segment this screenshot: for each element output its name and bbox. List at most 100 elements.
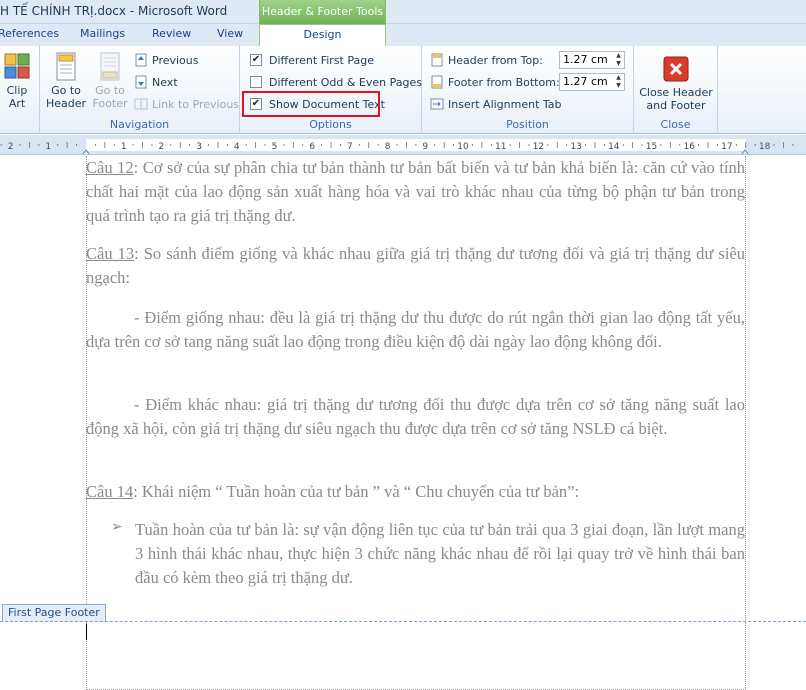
cau-12-text: : Cơ sở của sự phân chia tư bản thành tư… <box>86 158 745 225</box>
ruler-tick-label: 2 <box>8 142 14 152</box>
ruler-tick-label: 15 <box>646 142 657 152</box>
go-to-footer-label-1: Go to <box>95 84 125 97</box>
text-cursor <box>86 624 87 640</box>
cau-13-label: Câu 13 <box>86 244 135 263</box>
go-to-header-label-2: Header <box>46 97 87 110</box>
go-to-header-icon <box>56 52 76 81</box>
navigation-group: Go to Header Go to Footer Previous Next … <box>40 46 240 134</box>
ruler-tick-label: 12 <box>533 142 544 152</box>
ruler-tick-label: 2 <box>159 142 165 152</box>
paragraph-diem-giong[interactable]: - Điểm giống nhau: đều là giá trị thặng … <box>86 306 745 354</box>
ruler-tick-label: 17 <box>721 142 732 152</box>
right-margin-guide <box>745 156 746 690</box>
ruler-tick-label: 11 <box>495 142 506 152</box>
tab-design[interactable]: Design <box>259 24 386 46</box>
previous-label: Previous <box>152 53 199 67</box>
ruler-tick-label: 7 <box>347 142 353 152</box>
cau-14-label: Câu 14 <box>86 482 134 501</box>
ruler-tick-label: 18 <box>759 142 771 152</box>
header-from-top-value: 1.27 cm <box>563 53 608 66</box>
horizontal-ruler[interactable]: 2 1 1 2 3 4 5 6 7 8 9 10 11 12 13 14 15 16 17 18 <box>0 135 806 155</box>
tab-review[interactable]: Review <box>152 27 191 40</box>
insert-alignment-tab-button[interactable]: Insert Alignment Tab <box>430 95 562 113</box>
ruler-tick-label: 5 <box>272 142 278 152</box>
footer-spinner-arrows-icon[interactable]: ▲ ▼ <box>613 74 624 90</box>
clip-art-label-1: Clip <box>6 84 28 97</box>
go-to-header-button[interactable]: Go to Header <box>46 52 86 110</box>
footer-from-bottom-input[interactable]: 1.27 cm ▲ ▼ <box>559 73 625 91</box>
insert-group-partial: Clip Art <box>0 46 40 134</box>
footer-edit-area[interactable] <box>86 622 746 690</box>
different-first-page-checkbox[interactable]: ✔ Different First Page <box>250 51 374 69</box>
paragraph-cau-12[interactable]: Câu 12: Cơ sở của sự phân chia tư bản th… <box>86 156 745 228</box>
next-section-icon <box>135 75 147 89</box>
link-to-previous-button[interactable]: Link to Previous <box>134 95 239 113</box>
clip-art-button[interactable]: Clip Art <box>2 52 32 110</box>
go-to-footer-button[interactable]: Go to Footer <box>90 52 130 110</box>
paragraph-diem-khac[interactable]: - Điểm khác nhau: giá trị thặng dư tương… <box>86 393 745 441</box>
ruler-tick-label: 9 <box>422 142 428 152</box>
go-to-footer-icon <box>100 52 120 81</box>
paragraph-cau-14[interactable]: Câu 14: Khái niệm “ Tuần hoàn của tư bản… <box>86 480 745 504</box>
window-title: H TẾ CHÍNH TRỊ.docx - Microsoft Word <box>0 4 228 18</box>
link-to-previous-label: Link to Previous <box>152 97 240 111</box>
left-indent-marker <box>82 149 90 154</box>
close-icon <box>663 56 689 82</box>
header-from-top-label: Header from Top: <box>448 53 543 67</box>
right-indent-marker <box>741 149 749 154</box>
different-first-page-check[interactable]: ✔ <box>250 54 262 66</box>
first-page-footer-tab: First Page Footer <box>2 604 106 622</box>
previous-section-icon <box>135 53 147 67</box>
header-from-top-input[interactable]: 1.27 cm ▲ ▼ <box>559 51 625 69</box>
close-header-footer-label-2: and Footer <box>646 99 706 112</box>
options-group-label: Options <box>309 118 352 131</box>
position-group-label: Position <box>506 118 549 131</box>
ruler-tick-label: 3 <box>196 142 202 152</box>
ribbon: Clip Art Go to Header Go to Footer Previ… <box>0 46 806 134</box>
ruler-tick-label: 10 <box>457 142 469 152</box>
link-icon <box>134 98 148 110</box>
alignment-tab-icon <box>430 98 444 110</box>
highlight-annotation <box>242 91 380 117</box>
tab-references[interactable]: References <box>0 27 59 40</box>
header-from-top-control: Header from Top: <box>430 51 543 69</box>
header-spinner-arrows-icon[interactable]: ▲ ▼ <box>613 52 624 68</box>
cau-12-label: Câu 12 <box>86 158 134 177</box>
tab-mailings[interactable]: Mailings <box>80 27 125 40</box>
go-to-footer-label-2: Footer <box>92 97 128 110</box>
navigation-group-label: Navigation <box>109 118 170 131</box>
different-odd-even-check[interactable] <box>250 76 262 88</box>
different-odd-even-label: Different Odd & Even Pages <box>269 75 422 89</box>
footer-from-bottom-value: 1.27 cm <box>563 75 608 88</box>
ruler-tick-label: 6 <box>309 142 315 152</box>
cau-13-text: : So sánh điểm giống và khác nhau giữa g… <box>86 244 745 287</box>
ruler-tick-label: 16 <box>683 142 695 152</box>
clip-art-label-2: Art <box>8 97 26 110</box>
different-odd-even-checkbox[interactable]: Different Odd & Even Pages <box>250 73 422 91</box>
options-group: ✔ Different First Page Different Odd & E… <box>240 46 422 134</box>
next-label: Next <box>152 75 178 89</box>
title-bar: H TẾ CHÍNH TRỊ.docx - Microsoft Word Hea… <box>0 0 806 24</box>
tab-view[interactable]: View <box>217 27 243 40</box>
close-group-label: Close <box>660 118 691 131</box>
close-header-footer-button[interactable]: Close Header and Footer <box>636 54 716 112</box>
ruler-tick-label: 13 <box>570 142 581 152</box>
ruler-tick-label: 8 <box>385 142 391 152</box>
close-header-footer-label-1: Close Header <box>639 86 713 99</box>
document-area[interactable]: Câu 12: Cơ sở của sự phân chia tư bản th… <box>0 156 806 690</box>
go-to-header-label-1: Go to <box>51 84 81 97</box>
insert-alignment-tab-label: Insert Alignment Tab <box>448 97 562 111</box>
close-group: Close Header and Footer Close <box>634 46 718 134</box>
footer-from-bottom-label: Footer from Bottom: <box>448 75 560 89</box>
previous-button[interactable]: Previous <box>134 51 199 69</box>
footer-from-bottom-control: Footer from Bottom: <box>430 73 560 91</box>
footer-position-icon <box>431 75 443 89</box>
header-position-icon <box>431 53 443 67</box>
paragraph-cau-13[interactable]: Câu 13: So sánh điểm giống và khác nhau … <box>86 242 745 290</box>
next-button[interactable]: Next <box>134 73 178 91</box>
ruler-tick-label: 1 <box>121 142 127 152</box>
paragraph-tuan-hoan[interactable]: Tuần hoàn của tư bản là: sự vận động liê… <box>135 518 745 590</box>
arrow-bullet-icon: ➢ <box>111 519 123 535</box>
ruler-tick-label: 1 <box>45 142 51 152</box>
contextual-tab-group-label: Header & Footer Tools <box>259 0 386 24</box>
